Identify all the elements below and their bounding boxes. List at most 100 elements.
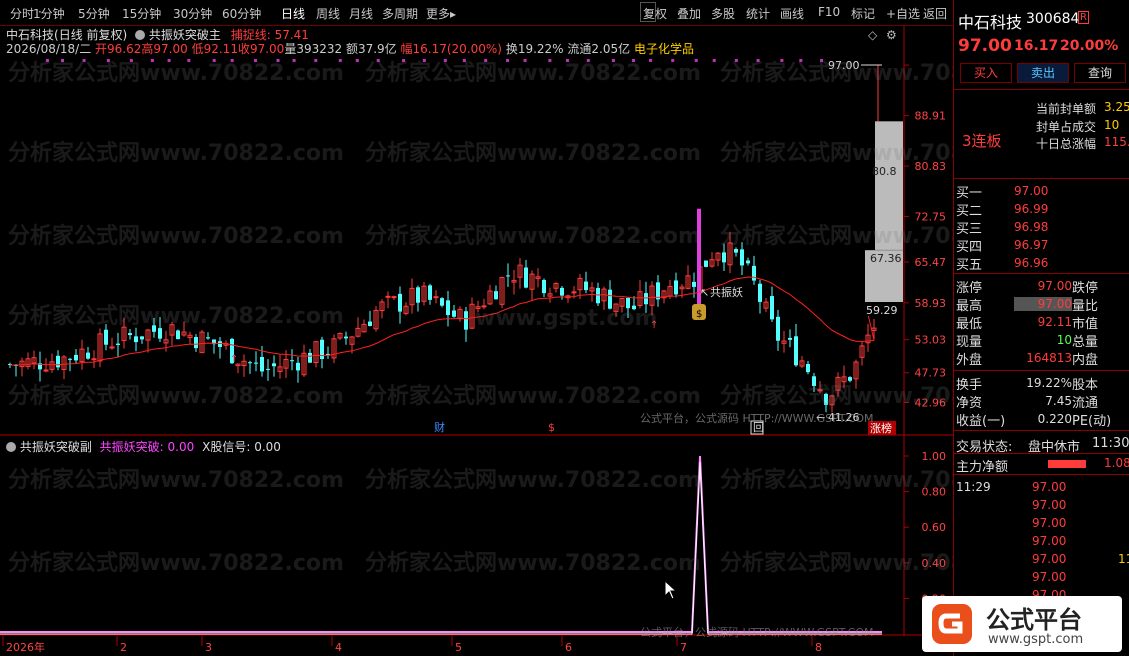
price-tick-label: 88.91 [915, 110, 947, 123]
candle-down [644, 293, 648, 305]
signal-arrow: ↖ [700, 286, 709, 299]
period-toolbar: 分时 · 1分钟 5分钟 15分钟 30分钟 60分钟 日线 周线 月线 多周期… [0, 0, 953, 26]
candle-down [770, 296, 774, 320]
candle-down [506, 275, 510, 277]
kline-svg: 88.9180.8372.7565.4758.9353.0347.7342.96… [0, 26, 953, 654]
signal-dot [338, 59, 342, 62]
stat-label: 涨停 [956, 281, 983, 296]
candle-down [596, 287, 600, 304]
signal-dot [548, 59, 552, 62]
sell-button[interactable]: 卖出 [1017, 63, 1069, 83]
period-tab-monthly[interactable]: 月线 [349, 5, 373, 22]
candle-down [344, 336, 348, 339]
candle-down [398, 293, 402, 312]
settings-gear-icon[interactable]: ⚙ [886, 28, 897, 42]
candle-down [806, 363, 810, 373]
bar-amount: 额37.9亿 [345, 42, 397, 56]
signal-dot [586, 59, 590, 62]
tool-multistock[interactable]: 多股 [711, 5, 735, 22]
quote-price: 97.00 [958, 36, 1012, 56]
period-tab-5min[interactable]: 5分钟 [78, 5, 110, 22]
candle-down [674, 280, 678, 295]
tool-mark[interactable]: 标记 [851, 5, 875, 22]
candle-down [290, 360, 294, 362]
period-tab-60min[interactable]: 60分钟 [222, 5, 261, 22]
signal-dot [462, 59, 466, 62]
stat-label: 跌停 [1072, 281, 1099, 296]
period-tab-fenshi[interactable]: 分时 [10, 5, 34, 22]
price-tick-label: 72.75 [915, 211, 947, 224]
period-tab-multi[interactable]: 多周期 [382, 5, 418, 22]
candle-down [140, 336, 144, 340]
price-tick-label: 65.47 [915, 256, 947, 269]
period-tab-weekly[interactable]: 周线 [316, 5, 340, 22]
signal-dot [611, 59, 615, 62]
board-label: 3连板 [962, 132, 1002, 150]
sub-indicator-name[interactable]: 共振妖突破副 [20, 440, 92, 454]
candle-down [104, 329, 108, 345]
diamond-icon[interactable]: ◇ [868, 28, 877, 42]
candle-down [446, 300, 450, 316]
ten-day-label: 十日总涨幅 [1036, 137, 1097, 151]
sub-tick-label: 0.60 [922, 521, 947, 534]
tick-price: 97.00 [1032, 480, 1067, 494]
main-flow-label: 主力净额 [956, 460, 1009, 475]
period-tab-more[interactable]: 更多▸ [426, 5, 456, 22]
candle-down [116, 343, 120, 345]
time-tick-label: 7 [680, 641, 687, 654]
signal-dot [712, 59, 716, 62]
tick-price: 97.00 [1032, 498, 1067, 512]
candle-up [571, 291, 577, 294]
quote-panel: 中石科技 300684 R 97.00 16.17 20.00% 买入 卖出 查… [953, 0, 1129, 656]
candle-down [176, 330, 180, 340]
signal-dot [694, 59, 698, 62]
divider [954, 474, 1129, 475]
bar-sector[interactable]: 电子化学品 [634, 42, 694, 56]
tool-draw-line[interactable]: 画线 [780, 5, 804, 22]
tool-statistics[interactable]: 统计 [746, 5, 770, 22]
period-tab-30min[interactable]: 30分钟 [173, 5, 212, 22]
candle-down [128, 333, 132, 336]
period-tab-1min[interactable]: 1分钟 [33, 5, 65, 22]
signal-dot [484, 59, 488, 62]
sub-indicator-settings-icon[interactable] [6, 442, 16, 452]
signal-dot [671, 59, 675, 62]
rzrq-badge: R [1078, 11, 1089, 24]
time-tick-label: 6 [565, 641, 572, 654]
bid-label: 买三 [956, 222, 983, 237]
candle-down [152, 325, 156, 332]
bid-label: 买一 [956, 186, 983, 201]
query-button[interactable]: 查询 [1074, 63, 1126, 83]
signal-line [0, 455, 882, 633]
bid-price: 96.99 [1014, 202, 1049, 216]
quote-pct: 20.00% [1060, 38, 1119, 54]
divider [954, 370, 1129, 371]
signal-dot [376, 59, 380, 62]
stat-label: 换手 [956, 378, 983, 393]
stat-label: 内盘 [1072, 353, 1099, 368]
ma-line [9, 276, 875, 366]
tool-back[interactable]: 返回 [923, 5, 947, 22]
candle-down [86, 352, 90, 359]
signal-dot [780, 59, 784, 62]
bid-price: 96.96 [1014, 256, 1049, 270]
period-tab-15min[interactable]: 15分钟 [122, 5, 161, 22]
price-tick-label: 53.03 [915, 334, 947, 347]
candle-down [296, 362, 300, 371]
tool-f10[interactable]: F10 [818, 5, 840, 19]
candle-down [824, 393, 828, 405]
tool-overlay[interactable]: 叠加 [677, 5, 701, 22]
limit-up-box [875, 121, 903, 250]
buy-button[interactable]: 买入 [960, 63, 1012, 83]
tool-add-watchlist[interactable]: +自选 [886, 5, 920, 22]
kline-chart-area[interactable]: 88.91 80.83 72.75 65.47 58.93 53.03 47.73 42.96… [0, 26, 953, 656]
current-price-label: 59.29 [866, 304, 898, 317]
bar-date: 2026/08/18/二 [6, 42, 92, 56]
period-tab-daily[interactable]: 日线 [281, 5, 305, 22]
main-flow-value: 1.08 [1104, 456, 1129, 470]
indicator-settings-icon[interactable] [135, 30, 146, 40]
signal-dot [167, 59, 171, 62]
candle-up [43, 369, 49, 372]
candle-down [452, 310, 456, 317]
tool-fuquan[interactable]: 复权 [643, 5, 667, 22]
